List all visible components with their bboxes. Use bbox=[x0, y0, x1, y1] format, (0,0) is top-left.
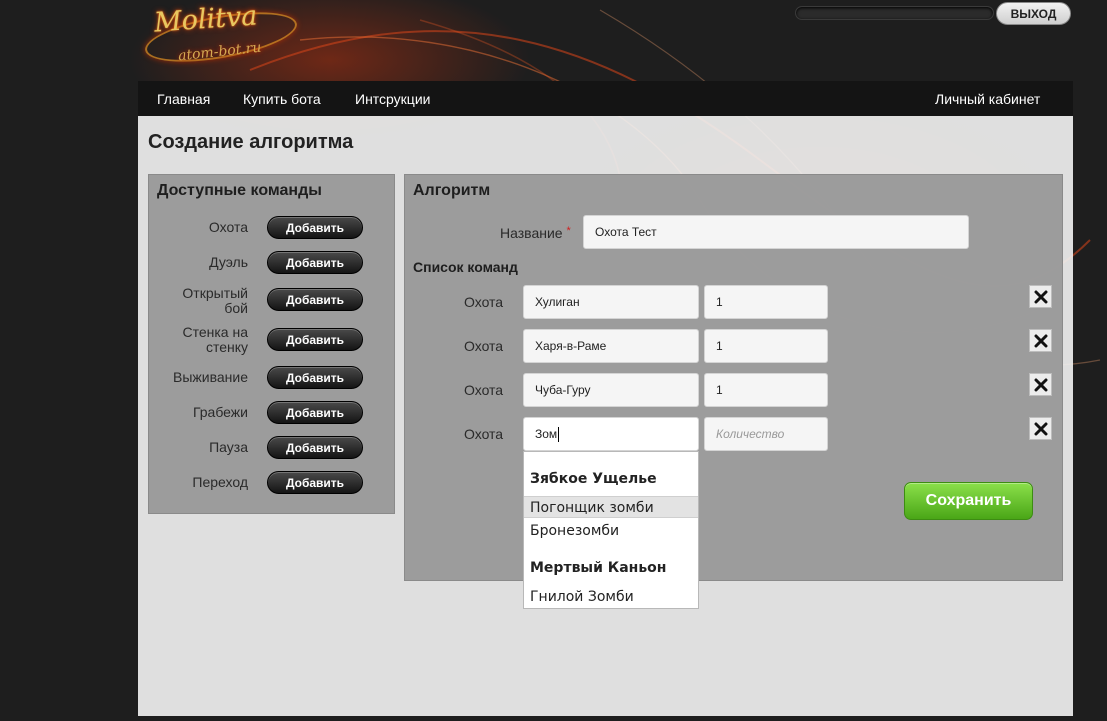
add-survival-button[interactable]: Добавить bbox=[267, 366, 363, 389]
command-item: Открытый бой bbox=[148, 286, 248, 316]
nav-personal-cabinet[interactable]: Личный кабинет bbox=[935, 81, 1040, 116]
add-wall-button[interactable]: Добавить bbox=[267, 328, 363, 351]
command-label: Дуэль bbox=[209, 254, 248, 270]
command-label: бой bbox=[224, 300, 248, 316]
command-label: стенку bbox=[205, 339, 248, 355]
site-logo[interactable]: Molitva atom-bot.ru bbox=[141, 0, 302, 72]
autocomplete-option-highlighted[interactable]: Погонщик зомби bbox=[524, 496, 698, 518]
autocomplete-group-title: Мертвый Каньон bbox=[530, 560, 667, 576]
close-icon bbox=[1034, 422, 1047, 435]
autocomplete-dropdown: Зябкое Ущелье Погонщик зомби Бронезомби … bbox=[523, 451, 699, 609]
name-label: Название * bbox=[500, 225, 571, 241]
command-item: Пауза bbox=[148, 437, 248, 461]
nav-instructions[interactable]: Интсрукции bbox=[355, 81, 430, 116]
exit-button[interactable]: ВЫХОД bbox=[996, 2, 1071, 25]
delete-row-button[interactable] bbox=[1029, 329, 1052, 352]
add-duel-button[interactable]: Добавить bbox=[267, 251, 363, 274]
row-count-input[interactable]: 1 bbox=[704, 329, 828, 363]
autocomplete-group-title: Зябкое Ущелье bbox=[530, 471, 657, 487]
algorithm-panel-title: Алгоритм bbox=[413, 182, 491, 199]
command-item: Охота bbox=[148, 217, 248, 241]
add-pause-button[interactable]: Добавить bbox=[267, 436, 363, 459]
save-button[interactable]: Сохранить bbox=[904, 482, 1033, 520]
delete-row-button[interactable] bbox=[1029, 285, 1052, 308]
typed-text: Зом bbox=[535, 427, 558, 441]
close-icon bbox=[1034, 334, 1047, 347]
nav-buy-bot[interactable]: Купить бота bbox=[243, 81, 321, 116]
row-command-type: Охота bbox=[464, 382, 504, 398]
main-nav: Главная Купить бота Интсрукции Личный ка… bbox=[138, 81, 1073, 116]
add-open-battle-button[interactable]: Добавить bbox=[267, 288, 363, 311]
command-label: Стенка на bbox=[182, 324, 248, 340]
row-count-input[interactable]: 1 bbox=[704, 373, 828, 407]
row-target-input[interactable]: Хулиган bbox=[523, 285, 699, 319]
row-target-input[interactable]: Чуба-Гуру bbox=[523, 373, 699, 407]
row-count-input[interactable]: Количество bbox=[704, 417, 828, 451]
row-target-input[interactable]: Харя-в-Раме bbox=[523, 329, 699, 363]
command-label: Охота bbox=[208, 219, 248, 235]
row-command-type: Охота bbox=[464, 294, 504, 310]
delete-row-button[interactable] bbox=[1029, 417, 1052, 440]
user-info-field bbox=[795, 6, 994, 20]
add-hunt-button[interactable]: Добавить bbox=[267, 216, 363, 239]
row-command-type: Охота bbox=[464, 338, 504, 354]
algorithm-name-input[interactable]: Охота Тест bbox=[583, 215, 969, 249]
nav-home[interactable]: Главная bbox=[157, 81, 210, 116]
close-icon bbox=[1034, 378, 1047, 391]
command-item: Переход bbox=[148, 472, 248, 496]
add-transition-button[interactable]: Добавить bbox=[267, 471, 363, 494]
command-label: Открытый bbox=[182, 285, 248, 301]
required-marker: * bbox=[566, 225, 571, 237]
row-count-input[interactable]: 1 bbox=[704, 285, 828, 319]
command-label: Грабежи bbox=[192, 404, 248, 420]
commands-panel-title: Доступные команды bbox=[157, 182, 322, 199]
delete-row-button[interactable] bbox=[1029, 373, 1052, 396]
command-item: Грабежи bbox=[148, 402, 248, 426]
command-list-title: Список команд bbox=[413, 259, 518, 275]
command-label: Выживание bbox=[173, 369, 248, 385]
page-title: Создание алгоритма bbox=[148, 131, 354, 153]
command-item: Дуэль bbox=[148, 252, 248, 276]
add-robbery-button[interactable]: Добавить bbox=[267, 401, 363, 424]
row-target-input-active[interactable]: Зом bbox=[523, 417, 699, 451]
text-cursor bbox=[558, 426, 560, 442]
close-icon bbox=[1034, 290, 1047, 303]
autocomplete-option[interactable]: Гнилой Зомби bbox=[524, 586, 698, 608]
command-item: Выживание bbox=[148, 367, 248, 391]
command-item: Стенка на стенку bbox=[148, 325, 248, 355]
autocomplete-option[interactable]: Бронезомби bbox=[524, 520, 698, 542]
row-command-type: Охота bbox=[464, 426, 504, 442]
command-label: Пауза bbox=[209, 439, 248, 455]
command-label: Переход bbox=[192, 474, 248, 490]
